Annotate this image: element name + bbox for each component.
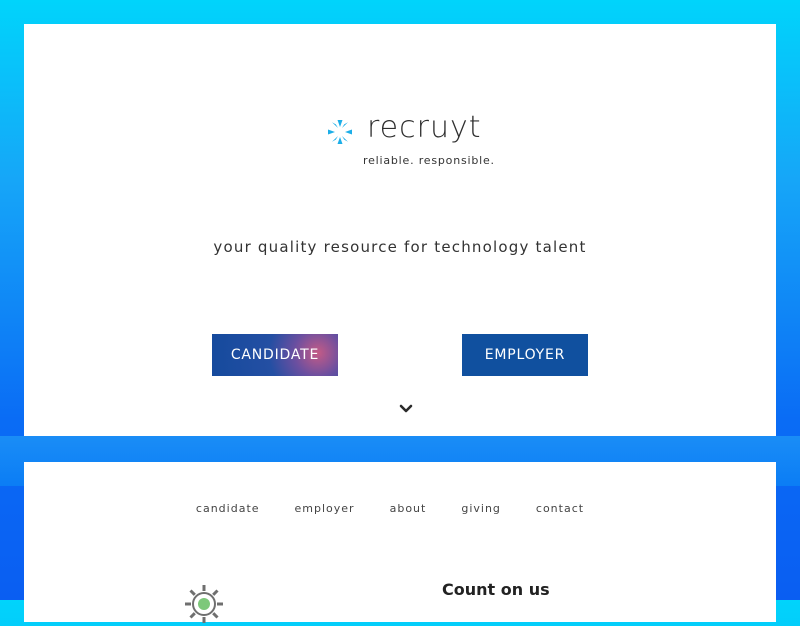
nav-item-about[interactable]: about: [390, 502, 427, 515]
main-nav: candidate employer about giving contact: [24, 502, 776, 515]
brand-mark-icon: [328, 120, 352, 144]
content-panel: candidate employer about giving contact …: [24, 462, 776, 623]
nav-item-employer[interactable]: employer: [295, 502, 355, 515]
candidate-button[interactable]: CANDIDATE: [212, 334, 338, 376]
hero-panel: recruyt reliable. responsible. your qual…: [24, 24, 776, 436]
chevron-down-icon[interactable]: [398, 402, 414, 416]
brand-tagline: reliable. responsible.: [363, 154, 495, 167]
section-heading: Count on us: [442, 580, 550, 599]
brand-logo[interactable]: recruyt reliable. responsible.: [324, 110, 514, 198]
brand-name: recruyt: [367, 110, 482, 145]
hero-headline: your quality resource for technology tal…: [213, 238, 587, 256]
gear-icon: [185, 585, 223, 623]
employer-button[interactable]: EMPLOYER: [462, 334, 588, 376]
nav-item-candidate[interactable]: candidate: [196, 502, 260, 515]
nav-item-contact[interactable]: contact: [536, 502, 584, 515]
nav-item-giving[interactable]: giving: [461, 502, 501, 515]
